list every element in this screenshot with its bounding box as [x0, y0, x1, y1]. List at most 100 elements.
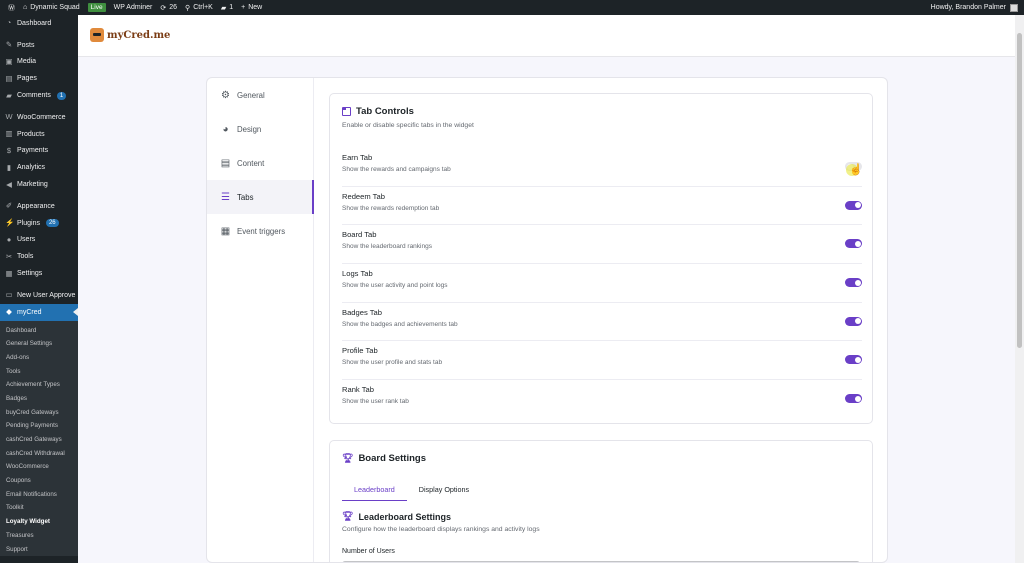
submenu-item-coupons[interactable]: Coupons	[0, 474, 78, 488]
tab-toggle-badges-tab[interactable]	[845, 316, 862, 326]
settings-icon: ▦	[5, 268, 13, 278]
tab-controls-panel: Tab Controls Enable or disable specific …	[329, 93, 873, 424]
number-of-users-label: Number of Users	[342, 548, 395, 555]
search-shortcut[interactable]: ⚲ Ctrl+K	[185, 4, 213, 12]
scrollbar-thumb[interactable]	[1017, 33, 1022, 348]
trophy-icon: 🏆︎	[342, 453, 354, 463]
tab-toggle-profile-tab[interactable]	[845, 355, 862, 365]
sidebar-item-posts[interactable]: ✎ Posts	[0, 37, 78, 54]
submenu-item-email-notifications[interactable]: Email Notifications	[0, 488, 78, 502]
submenu-item-support[interactable]: Support	[0, 543, 78, 557]
tab-leaderboard[interactable]: Leaderboard	[342, 481, 407, 501]
sidebar-item-label: Marketing	[17, 181, 48, 189]
admin-bar: Ⓦ ⌂ Dynamic Squad Live WP Adminer ⟳ 26 ⚲…	[0, 0, 1024, 15]
sidebar-item-products[interactable]: ▥ Products	[0, 126, 78, 143]
sidebar-item-comments[interactable]: ▰ Comments 1	[0, 87, 78, 104]
pointer-hand-icon: ☝	[846, 164, 863, 177]
wordpress-logo-icon[interactable]: Ⓦ	[8, 3, 15, 13]
page-scrollbar[interactable]	[1015, 15, 1024, 563]
comments-link[interactable]: ▰ 1	[221, 4, 233, 12]
submenu-item-toolkit[interactable]: Toolkit	[0, 501, 78, 515]
nav-item-design[interactable]: ◕ Design	[207, 112, 313, 146]
live-badge: Live	[87, 3, 106, 12]
tab-control-description: Show the badges and achievements tab	[342, 320, 458, 328]
tab-toggle-logs-tab[interactable]	[845, 278, 862, 288]
tab-control-name: Badges Tab	[342, 307, 382, 317]
sidebar-item-tools[interactable]: ✂ Tools	[0, 248, 78, 265]
avatar	[1010, 3, 1018, 12]
submenu-item-cashcred-gateways[interactable]: cashCred Gateways	[0, 433, 78, 447]
settings-nav: ⚙ General ◕ Design ▤ Content ☰ Tabs ▦ Event trigg…	[207, 78, 314, 562]
wp-adminer-link[interactable]: WP Adminer	[114, 4, 153, 11]
sidebar-item-label: myCred	[17, 308, 42, 316]
nav-item-event-triggers[interactable]: ▦ Event triggers	[207, 214, 313, 248]
sidebar-item-dashboard[interactable]: ◔ Dashboard	[0, 15, 78, 32]
sidebar-item-plugins[interactable]: ⚡ Plugins 26	[0, 215, 78, 232]
sidebar-item-analytics[interactable]: ▮ Analytics	[0, 159, 78, 176]
mycred-logo[interactable]: myCred.me	[90, 28, 170, 42]
submenu-item-dashboard[interactable]: Dashboard	[0, 324, 78, 338]
site-name-link[interactable]: ⌂ Dynamic Squad	[23, 4, 80, 11]
submenu-item-general-settings[interactable]: General Settings	[0, 337, 78, 351]
mycred-mascot-icon	[90, 28, 104, 42]
dashboard-icon: ◔	[6, 18, 12, 28]
tab-toggle-board-tab[interactable]	[845, 239, 862, 249]
sidebar-item-settings[interactable]: ▦ Settings	[0, 265, 78, 282]
sidebar-item-label: Products	[17, 130, 45, 138]
sidebar-item-label: New User Approve	[17, 291, 76, 299]
submenu-item-cashcred-withdrawal[interactable]: cashCred Withdrawal	[0, 447, 78, 461]
updates-link[interactable]: ⟳ 26	[160, 4, 177, 12]
tab-control-name: Rank Tab	[342, 385, 374, 395]
dollar-icon: $	[6, 145, 12, 155]
tab-control-row: Badges Tab Show the badges and achievemen…	[342, 303, 862, 342]
search-icon: ⚲	[185, 4, 191, 12]
mycred-icon: ◆	[6, 307, 12, 317]
nav-item-label: Event triggers	[237, 226, 286, 236]
submenu-item-buycred-gateways[interactable]: buyCred Gateways	[0, 406, 78, 420]
submenu-item-pending-payments[interactable]: Pending Payments	[0, 419, 78, 433]
tab-control-name: Profile Tab	[342, 346, 378, 356]
sidebar-item-new-user-approve[interactable]: ▭ New User Approve	[0, 287, 78, 304]
sidebar-item-appearance[interactable]: ✐ Appearance	[0, 198, 78, 215]
submenu-item-badges[interactable]: Badges	[0, 392, 78, 406]
tab-control-name: Logs Tab	[342, 269, 373, 279]
tab-toggle-redeem-tab[interactable]	[845, 200, 862, 210]
tab-control-row: Logs Tab Show the user activity and point…	[342, 264, 862, 303]
submenu-item-treasures[interactable]: Treasures	[0, 529, 78, 543]
tab-control-row: Earn Tab Show the rewards and campaigns t…	[342, 148, 863, 187]
tab-control-description: Show the rewards redemption tab	[342, 204, 440, 212]
new-content-link[interactable]: + New	[241, 4, 262, 11]
nav-item-content[interactable]: ▤ Content	[207, 146, 313, 180]
tab-control-row: Profile Tab Show the user profile and sta…	[342, 341, 862, 381]
sidebar-item-pages[interactable]: ▤ Pages	[0, 70, 78, 87]
nav-item-label: Tabs	[237, 192, 254, 202]
tab-control-name: Redeem Tab	[342, 191, 385, 201]
sidebar-item-marketing[interactable]: ◀ Marketing	[0, 176, 78, 193]
admin-sidebar: ◔ Dashboard ✎ Posts ▣ Media ▤ Pages ▰ Comments 1 W W…	[0, 15, 78, 563]
board-settings-panel: 🏆︎ Board Settings Leaderboard Display Op…	[329, 440, 873, 562]
submenu-item-loyalty-widget[interactable]: Loyalty Widget	[0, 515, 78, 529]
submenu-item-woocommerce[interactable]: WooCommerce	[0, 460, 78, 474]
submenu-item-tools[interactable]: Tools	[0, 365, 78, 379]
board-settings-title: Board Settings	[358, 453, 426, 464]
nav-item-tabs[interactable]: ☰ Tabs	[207, 180, 314, 214]
nav-item-label: Content	[237, 158, 265, 168]
list-icon: ☰	[221, 191, 230, 203]
document-icon: ▤	[220, 157, 231, 169]
refresh-icon: ⟳	[160, 4, 167, 12]
nav-item-general[interactable]: ⚙ General	[207, 78, 313, 112]
count-badge: 1	[56, 91, 67, 100]
sidebar-item-payments[interactable]: $ Payments	[0, 143, 78, 160]
plus-icon: +	[241, 4, 246, 11]
account-menu[interactable]: Howdy, Brandon Palmer	[931, 0, 1018, 15]
submenu-item-achievement-types[interactable]: Achievement Types	[0, 378, 78, 392]
sidebar-item-mycred[interactable]: ◆ myCred	[0, 303, 78, 321]
wrench-icon: ✂	[5, 251, 13, 261]
sidebar-item-users[interactable]: ● Users	[0, 232, 78, 249]
tab-toggle-rank-tab[interactable]	[845, 394, 862, 404]
tab-display-options[interactable]: Display Options	[407, 481, 481, 501]
sidebar-item-media[interactable]: ▣ Media	[0, 54, 78, 71]
sidebar-item-woocommerce[interactable]: W WooCommerce	[0, 109, 78, 126]
sidebar-item-label: Comments	[17, 92, 51, 100]
submenu-item-add-ons[interactable]: Add-ons	[0, 351, 78, 365]
